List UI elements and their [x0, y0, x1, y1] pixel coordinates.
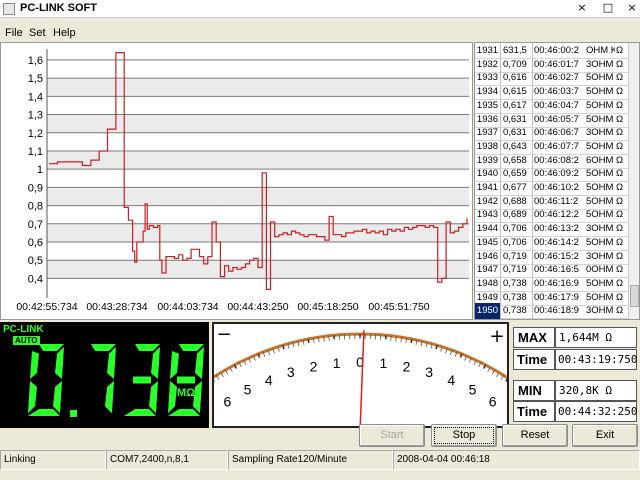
y-tick-label: 0,5	[28, 255, 43, 267]
grid-band	[47, 78, 469, 97]
minimize-icon[interactable]	[15, 2, 31, 16]
max-time: 00:43:19:750	[558, 353, 638, 366]
y-tick-label: 1,5	[28, 73, 43, 85]
y-tick-label: 0,8	[28, 201, 43, 213]
grid-band	[47, 223, 469, 243]
log-unit: 3OHM M	[586, 305, 615, 317]
y-tick-label: 1	[37, 164, 43, 176]
lcd-decimal-point	[70, 410, 77, 417]
max-label-box: MAX	[513, 327, 555, 348]
meter-minus-marker: −	[216, 324, 231, 345]
x-tick-label: 00:42:55:734	[16, 301, 77, 313]
x-tick-label: 00:43:28:734	[86, 301, 147, 313]
y-tick-label: 0,4	[28, 273, 43, 285]
status-port: COM7,2400,n,8,1	[106, 450, 228, 470]
meter-scale-label: 4	[447, 372, 455, 388]
close-icon[interactable]: ×	[624, 1, 640, 15]
lcd-digit	[28, 344, 64, 416]
title-bar: PC-LINK SOFT × □ ×	[0, 0, 640, 18]
meter-scale-label: 2	[310, 359, 318, 375]
min-time: 00:44:32:250	[558, 405, 638, 418]
min-value: 320,8K Ω	[559, 384, 612, 397]
log-time: 00:46:18:9	[534, 305, 579, 317]
start-button[interactable]: Start	[359, 424, 425, 447]
min-time-field: 00:44:32:250	[555, 401, 637, 422]
min-label-box: MIN	[513, 380, 555, 401]
meter-scale-label: 2	[403, 359, 411, 375]
exit-button[interactable]: Exit	[572, 424, 638, 447]
x-tick-label: 00:44:43:250	[227, 301, 288, 313]
reset-button[interactable]: Reset	[502, 424, 568, 447]
menu-bar: File Set Help	[0, 24, 640, 42]
log-scrollbar-thumb[interactable]	[630, 285, 639, 307]
trend-chart-svg: 0,4 0,5 0,6 0,7 0,8 0,9 1 1,1 1,2 1,3 1,4 1,5 1,6 00:…	[16, 49, 469, 313]
analog-meter-dial: 654 3 2 1 0 1 2 3 456− +	[214, 324, 507, 426]
meter-scale-label: 5	[244, 382, 252, 398]
y-tick-label: 0,7	[28, 219, 43, 231]
max-value-field: 1,644M Ω	[555, 327, 637, 348]
meter-scale-label: 6	[223, 394, 231, 410]
lcd-digit	[91, 344, 116, 414]
x-tick-label: 00:44:03:734	[157, 301, 218, 313]
grid-band	[47, 150, 469, 170]
meter-major-tick	[307, 338, 310, 344]
meter-needle	[359, 329, 365, 426]
lcd-digit	[124, 344, 160, 416]
meter-scale-label: 5	[469, 382, 477, 398]
menu-set[interactable]: Set	[29, 27, 46, 39]
min-value-field: 320,8K Ω	[555, 380, 637, 401]
y-tick-label: 1,6	[28, 55, 43, 67]
meter-scale-label: 3	[287, 364, 295, 380]
y-tick-label: 1,3	[28, 110, 43, 122]
status-sampling: Sampling Rate120/Minute	[228, 450, 393, 470]
log-scrollbar[interactable]	[628, 43, 639, 319]
x-tick-label: 00:45:18:250	[297, 301, 358, 313]
y-tick-label: 1,1	[28, 146, 43, 158]
reading-log[interactable]: 1931 631,5 00:46:00:2 OHM K Ω 1932 0,709 00:46:…	[474, 42, 640, 320]
meter-scale-label: 1	[379, 355, 387, 371]
x-tick-label: 00:45:51:750	[368, 301, 429, 313]
min-label: MIN	[518, 383, 542, 398]
app-window: PC-LINK SOFT × □ × File Set Help 0,4 0,5 0…	[0, 0, 640, 480]
status-state: Linking	[0, 450, 106, 470]
app-icon	[3, 3, 15, 15]
y-tick-label: 0,9	[28, 182, 43, 194]
lcd-reading	[28, 344, 204, 417]
min-time-label-box: Time	[513, 401, 555, 422]
lcd-unit: MΩ	[177, 387, 195, 399]
grid-band	[47, 114, 469, 133]
maximize-icon[interactable]: □	[600, 1, 616, 15]
close-icon-left[interactable]: ×	[574, 1, 590, 15]
menu-help[interactable]: Help	[53, 27, 76, 39]
min-time-label: Time	[517, 404, 548, 419]
max-time-label: Time	[517, 352, 548, 367]
digital-display: PC-LINK AUTO MΩ	[0, 322, 209, 428]
status-bar: Linking COM7,2400,n,8,1 Sampling Rate120…	[0, 450, 640, 470]
log-value: 0,738	[502, 303, 533, 319]
stop-button[interactable]: Stop	[431, 424, 497, 447]
y-tick-label: 0,6	[28, 237, 43, 249]
trend-chart: 0,4 0,5 0,6 0,7 0,8 0,9 1 1,1 1,2 1,3 1,4 1,5 1,6 00:…	[0, 42, 473, 320]
max-value: 1,644M Ω	[559, 331, 612, 344]
menu-file[interactable]: File	[5, 27, 23, 39]
grid-band	[47, 187, 469, 206]
status-datetime: 2008-04-04 00:46:18	[393, 450, 640, 470]
meter-scale-label: 6	[489, 394, 497, 410]
meter-major-tick	[410, 338, 413, 344]
y-tick-label: 1,4	[28, 91, 43, 103]
log-row[interactable]: 19500,73800:46:18:93OHM MΩ	[475, 303, 629, 319]
max-time-label-box: Time	[513, 349, 555, 370]
meter-scale-label: 4	[265, 372, 273, 388]
window-title: PC-LINK SOFT	[20, 2, 97, 14]
meter-plus-marker: +	[489, 326, 504, 347]
max-label: MAX	[518, 330, 547, 345]
meter-scale-label: 1	[333, 355, 341, 371]
max-time-field: 00:43:19:750	[555, 349, 637, 370]
y-tick-label: 1,2	[28, 128, 43, 140]
log-index: 1950	[475, 303, 501, 319]
meter-scale-label: 3	[425, 364, 433, 380]
analog-meter: 6 5 4 3 2 1 0 1 2 3 4 5 6− +	[212, 322, 509, 428]
lcd-digit	[168, 344, 204, 416]
